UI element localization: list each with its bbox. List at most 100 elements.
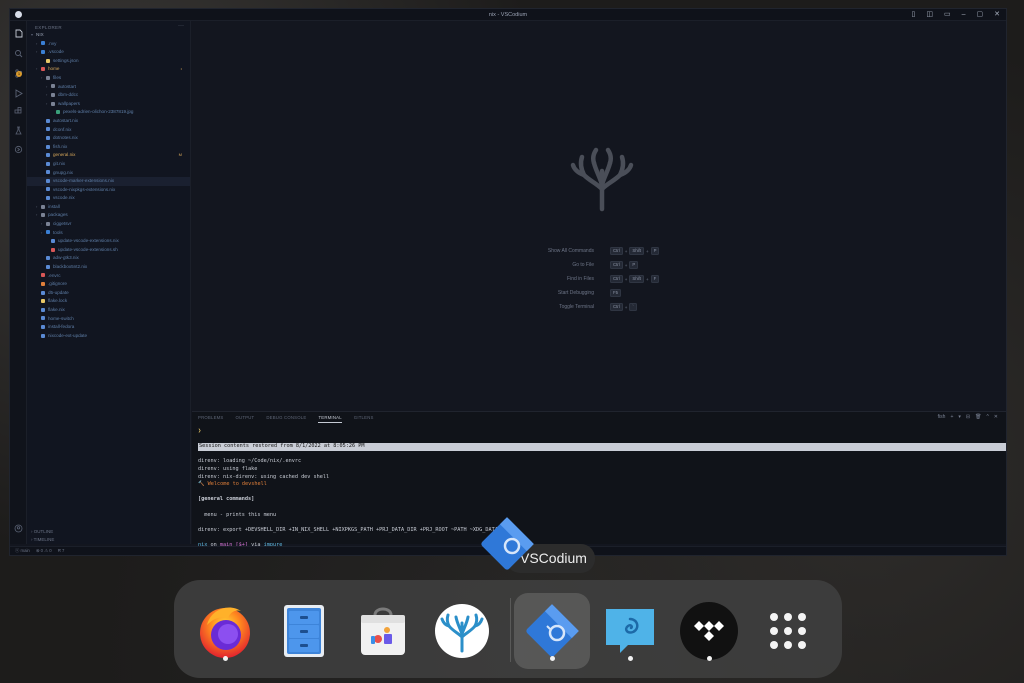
source-control-icon[interactable]: 1 — [14, 69, 23, 78]
search-icon[interactable] — [14, 49, 23, 58]
tree-file[interactable]: gnupg.nix — [27, 169, 190, 178]
dock-item-software[interactable] — [345, 593, 421, 669]
terminal-dropdown-icon[interactable]: ▾ — [958, 414, 961, 420]
more-actions-icon[interactable]: ··· — [178, 23, 184, 29]
dock-item-firefox[interactable] — [187, 593, 263, 669]
tree-file[interactable]: .envrc — [27, 272, 190, 281]
show-apps-button[interactable] — [750, 593, 826, 669]
panel-actions: fish + ▾ ⊟ 🗑 ^ ✕ — [938, 414, 998, 420]
kill-terminal-icon[interactable]: 🗑 — [975, 414, 981, 420]
tab-terminal[interactable]: TERMINAL — [318, 415, 342, 423]
bottom-panel: PROBLEMS OUTPUT DEBUG CONSOLE TERMINAL G… — [192, 411, 1006, 555]
tree-folder[interactable]: › home • — [27, 65, 190, 74]
explorer-sidebar: EXPLORER ··· ▾ NIX › .nvy › .vscode settings.… — [27, 21, 191, 544]
minimize-button[interactable]: – — [962, 10, 966, 20]
tree-folder[interactable]: › .nvy — [27, 40, 190, 49]
split-terminal-icon[interactable]: ⊟ — [966, 414, 970, 420]
tree-folder[interactable]: › files — [27, 74, 190, 83]
tree-file[interactable]: flake.lock — [27, 297, 190, 306]
toggle-panel-icon[interactable]: ◫ — [926, 10, 933, 20]
tree-folder[interactable]: › tools — [27, 229, 190, 238]
tree-file[interactable]: dconf.nix — [27, 126, 190, 135]
folder-icon — [51, 84, 55, 89]
tree-folder[interactable]: › install — [27, 203, 190, 212]
tree-folder[interactable]: › wallpapers — [27, 100, 190, 109]
tree-file[interactable]: dotnotes.nix — [27, 134, 190, 143]
nix-icon — [46, 161, 50, 166]
tree-root[interactable]: ▾ NIX — [27, 31, 190, 40]
shortcut-keys: Ctrl + Shift + P — [610, 247, 660, 255]
window-title: nix - VSCodium — [488, 11, 528, 18]
dock-item-vscodium-pinned[interactable] — [424, 593, 500, 669]
tree-file[interactable]: vscode-nixpkgs-extensions.nix — [27, 186, 190, 195]
tree-file[interactable]: nixcode-ext-update — [27, 332, 190, 341]
tab-gitlens[interactable]: GITLENS — [354, 415, 374, 423]
tree-file[interactable]: settings.json — [27, 57, 190, 66]
dock-item-files[interactable] — [266, 593, 342, 669]
tab-output[interactable]: OUTPUT — [235, 415, 254, 423]
tree-file[interactable]: update-vscode-extensions.nix — [27, 237, 190, 246]
nix-icon — [46, 187, 50, 192]
tree-file[interactable]: vscode.nix — [27, 194, 190, 203]
folder-icon — [41, 49, 45, 54]
vscodium-launching-icon — [481, 517, 534, 570]
new-terminal-icon[interactable]: + — [950, 414, 953, 420]
maximize-button[interactable]: ▢ — [977, 10, 984, 20]
tree-file[interactable]: flake.nix — [27, 306, 190, 315]
running-indicator — [706, 656, 712, 661]
title-bar[interactable]: nix - VSCodium ▯ ◫ ▭ – ▢ ✕ — [10, 9, 1006, 21]
shortcut-keys: Ctrl + ` — [610, 303, 637, 311]
shortcut-row: Toggle Terminal Ctrl + ` — [192, 302, 1006, 312]
tree-file[interactable]: adw-gtk3.nix — [27, 254, 190, 263]
tree-folder[interactable]: › ciggetsvr — [27, 220, 190, 229]
toggle-sidebar-icon[interactable]: ▯ — [911, 10, 915, 20]
tree-file[interactable]: autostart.nix — [27, 117, 190, 126]
account-icon[interactable] — [14, 524, 23, 533]
dock-item-vscodium[interactable] — [514, 593, 590, 669]
tab-debug-console[interactable]: DEBUG CONSOLE — [266, 415, 306, 423]
tree-folder[interactable]: › autostart — [27, 83, 190, 92]
tree-file[interactable]: update-vscode-extensions.sh — [27, 246, 190, 255]
tree-file[interactable]: vscode-marker-extensions.nix — [27, 177, 190, 186]
remote-explorer-icon[interactable] — [14, 145, 23, 154]
tree-file[interactable]: git.nix — [27, 160, 190, 169]
terminal-shell-label[interactable]: fish — [938, 414, 946, 420]
close-panel-icon[interactable]: ✕ — [994, 414, 998, 420]
tree-file[interactable]: home-switch — [27, 315, 190, 324]
extensions-icon[interactable] — [14, 107, 23, 116]
status-problems[interactable]: ⊗ 0 ⚠ 0 — [36, 548, 52, 554]
tree-file[interactable]: d5-update — [27, 289, 190, 298]
terminal-output[interactable]: ❯ Session contents restored from 8/1/202… — [198, 428, 1006, 555]
app-menu-icon[interactable] — [15, 11, 22, 18]
tree-file[interactable]: blackbox5nt2.nix — [27, 263, 190, 272]
maximize-panel-icon[interactable]: ^ — [986, 414, 988, 420]
terminal-prompt-symbol: ❯ — [198, 428, 202, 434]
testing-icon[interactable] — [14, 126, 23, 135]
close-button[interactable]: ✕ — [994, 10, 1000, 20]
activity-bar: 1 — [10, 21, 27, 544]
status-ports[interactable]: ⛕ 7 — [58, 548, 65, 555]
tree-file[interactable]: .gitignore — [27, 280, 190, 289]
image-icon — [56, 110, 60, 115]
key-cap: Shift — [629, 275, 644, 283]
status-branch[interactable]: ⓧ main — [15, 548, 30, 554]
timeline-section[interactable]: › TIMELINE — [31, 537, 54, 542]
tree-file[interactable]: general.nix M — [27, 151, 190, 160]
tree-file[interactable]: pexels-adrien-olichon-2387819.jpg — [27, 108, 190, 117]
run-debug-icon[interactable] — [14, 89, 23, 98]
tree-folder[interactable]: › packages — [27, 211, 190, 220]
folder-icon — [46, 75, 50, 80]
tree-file[interactable]: install-fedora — [27, 323, 190, 332]
tree-file[interactable]: fish.nix — [27, 143, 190, 152]
explorer-icon[interactable] — [14, 29, 23, 38]
layout-icon[interactable]: ▭ — [944, 10, 951, 20]
tab-problems[interactable]: PROBLEMS — [198, 415, 223, 423]
tree-folder[interactable]: › .vscode — [27, 48, 190, 57]
dock-item-tidal[interactable] — [671, 593, 747, 669]
shortcut-label: Go to File — [572, 262, 594, 268]
tree-folder[interactable]: › dbm-ddcc — [27, 91, 190, 100]
key-cap: P — [650, 247, 660, 255]
dock-item-chat[interactable] — [592, 593, 668, 669]
outline-section[interactable]: › OUTLINE — [31, 529, 53, 534]
editor-empty-area: Show All Commands Ctrl + Shift + P Go to File C… — [192, 21, 1006, 411]
